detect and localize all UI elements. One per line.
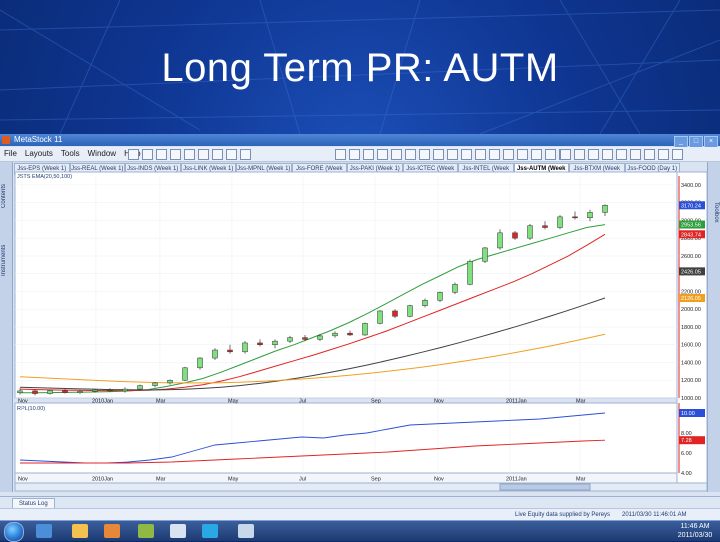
price-x-tick: May <box>228 399 239 405</box>
candle-body <box>62 390 68 393</box>
candle-body <box>557 216 563 228</box>
price-x-tick: 2011Jan <box>506 399 527 405</box>
candle-body <box>542 225 548 228</box>
candle-body <box>482 247 488 262</box>
candle-body <box>407 305 413 317</box>
price-y-tick: 3400.00 <box>681 183 701 189</box>
price-last-tag-label: 2843.74 <box>681 232 701 238</box>
candle-body <box>512 232 518 239</box>
indicator-x-tick: Mar <box>576 477 586 483</box>
price-x-tick: Mar <box>156 399 166 405</box>
candle-body <box>92 389 98 392</box>
candle-body <box>392 310 398 317</box>
candle-body <box>587 212 593 218</box>
price-y-tick: 1200.00 <box>681 378 701 384</box>
candle-body <box>167 379 173 384</box>
candle-body <box>32 390 38 394</box>
indicator-last-tag-label: 10.00 <box>681 411 695 417</box>
candle-body <box>377 310 383 324</box>
indicator-last-tag-label: 7.28 <box>681 438 692 444</box>
candle-body <box>257 342 263 345</box>
candle-body <box>152 382 158 386</box>
price-y-tick: 2600.00 <box>681 254 701 260</box>
candle-body <box>197 357 203 369</box>
candle-body <box>137 385 143 390</box>
price-last-tag-label: 2953.56 <box>681 223 701 229</box>
indicator-panel-header: RPL(10.00) <box>17 406 45 412</box>
indicator-x-tick: 2011Jan <box>506 477 527 483</box>
candle-body <box>452 284 458 293</box>
indicator-y-tick: 4.00 <box>681 471 692 477</box>
indicator-y-tick: 8.00 <box>681 431 692 437</box>
candle-body <box>287 337 293 342</box>
candle-body <box>467 260 473 285</box>
window-icon[interactable] <box>170 524 186 538</box>
candle-body <box>527 225 533 239</box>
price-y-tick: 1000.00 <box>681 396 701 402</box>
indicator-x-tick: 2010Jan <box>92 477 113 483</box>
candle-body <box>347 332 353 336</box>
candle-body <box>317 335 323 340</box>
candle-body <box>437 292 443 301</box>
candle-body <box>212 349 218 359</box>
price-x-tick: Nov <box>18 399 28 405</box>
horizontal-scrollbar[interactable] <box>14 482 708 492</box>
price-x-tick: Sep <box>371 399 381 405</box>
price-last-tag-label: 2426.05 <box>681 269 701 275</box>
scrollbar-thumb[interactable] <box>499 483 591 491</box>
candle-body <box>242 342 248 353</box>
indicator-x-tick: May <box>228 477 239 483</box>
indicator-x-tick: Nov <box>434 477 444 483</box>
candle-body <box>77 391 83 393</box>
skype-icon[interactable] <box>202 524 218 538</box>
candle-body <box>17 390 23 393</box>
candle-body <box>107 389 113 392</box>
price-last-tag-label: 2126.05 <box>681 296 701 302</box>
candle-body <box>602 205 608 213</box>
taskbar-clock[interactable]: 11:46 AM 2011/03/30 <box>672 522 718 540</box>
candle-body <box>332 332 338 337</box>
candle-body <box>182 367 188 381</box>
candle-body <box>422 300 428 306</box>
ie-icon[interactable] <box>36 524 52 538</box>
indicator-x-tick: Jul <box>299 477 306 483</box>
candle-body <box>227 349 233 353</box>
indicator-y-tick: 6.00 <box>681 451 692 457</box>
candle-body <box>362 323 368 336</box>
price-panel-header: JSTS EMA(20,50,100) <box>17 174 72 180</box>
price-y-tick: 1400.00 <box>681 360 701 366</box>
indicator-x-tick: Mar <box>156 477 166 483</box>
price-y-tick: 1600.00 <box>681 343 701 349</box>
taskbar: 11:46 AM 2011/03/30 <box>0 520 720 542</box>
price-y-tick: 1800.00 <box>681 325 701 331</box>
price-panel <box>14 171 678 399</box>
chart-area: 3400.003200.003000.002800.002600.002400.… <box>14 171 708 492</box>
price-x-tick: Nov <box>434 399 444 405</box>
candle-body <box>122 388 128 392</box>
candle-body <box>272 340 278 345</box>
candle-body <box>497 232 503 249</box>
indicator-x-tick: Sep <box>371 477 381 483</box>
candle-body <box>47 390 53 394</box>
candle-body <box>302 337 308 340</box>
price-x-tick: Mar <box>576 399 586 405</box>
price-last-tag-label: 3170.24 <box>681 203 701 209</box>
indicator-x-tick: Nov <box>18 477 28 483</box>
clock-date: 2011/03/30 <box>677 532 713 539</box>
price-y-tick: 2000.00 <box>681 307 701 313</box>
candle-body <box>572 216 578 219</box>
metastock-icon[interactable] <box>138 524 154 538</box>
explorer-icon[interactable] <box>72 524 88 538</box>
app-icon-taskbar[interactable] <box>238 524 254 538</box>
price-x-tick: Jul <box>299 399 306 405</box>
price-x-tick: 2010Jan <box>92 399 113 405</box>
media-player-icon[interactable] <box>104 524 120 538</box>
clock-time: 11:46 AM <box>680 523 710 530</box>
start-button[interactable] <box>4 522 24 542</box>
